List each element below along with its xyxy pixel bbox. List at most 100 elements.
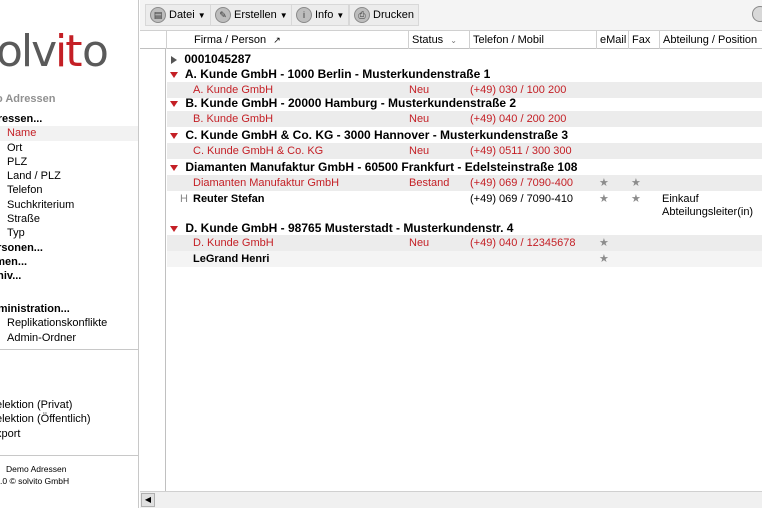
nav-selektion-oeffentlich[interactable]: elektion (Öffentlich) — [0, 412, 138, 426]
cell-telefon: (+49) 040 / 12345678 — [470, 237, 576, 249]
table-row[interactable]: C. Kunde GmbH & Co. KG Neu (+49) 0511 / … — [167, 143, 762, 159]
cell-telefon: (+49) 069 / 7090-410 — [470, 193, 574, 205]
info-icon: i — [296, 7, 312, 23]
nav-admin: dministration... Replikationskonflikte A… — [0, 302, 138, 345]
cell-telefon: (+49) 040 / 200 200 — [470, 113, 567, 125]
sort-icon: ↗ — [273, 35, 281, 45]
cell-abteilung-line1: Einkauf — [662, 193, 699, 205]
cell-person: LeGrand Henri — [193, 253, 270, 265]
group-row-label: A. Kunde GmbH - 1000 Berlin - Musterkund… — [184, 67, 491, 81]
group-row-label: B. Kunde GmbH - 20000 Hamburg - Musterku… — [185, 96, 517, 110]
erstellen-label: Erstellen — [234, 9, 277, 21]
nav-land-plz[interactable]: Land / PLZ — [0, 169, 138, 183]
email-star-icon: ★ — [599, 177, 609, 189]
erstellen-menu-button[interactable]: ✎ Erstellen ▼ — [210, 4, 293, 26]
collapse-arrow-icon[interactable] — [170, 132, 178, 139]
create-icon: ✎ — [215, 7, 231, 23]
nav-administration[interactable]: dministration... — [0, 302, 138, 316]
nav-selektion-privat[interactable]: elektion (Privat) — [0, 398, 138, 412]
info-label: Info — [315, 9, 334, 21]
sidebar-divider-footer — [0, 455, 138, 456]
collapse-arrow-icon[interactable] — [170, 100, 178, 107]
group-row-a-kunde[interactable]: A. Kunde GmbH - 1000 Berlin - Musterkund… — [167, 66, 762, 82]
cell-status: Neu — [409, 237, 430, 249]
column-header-firma-label: Firma / Person — [194, 34, 267, 46]
group-row-label: 0001045287 — [184, 52, 252, 66]
footer-app-name: Demo Adressen — [6, 464, 67, 474]
table-row[interactable]: Diamanten Manufaktur GmbH Bestand (+49) … — [167, 175, 762, 191]
group-row-label: D. Kunde GmbH - 98765 Musterstadt - Must… — [185, 221, 514, 235]
group-row-label: C. Kunde GmbH & Co. KG - 3000 Hannover -… — [185, 128, 569, 142]
logo-text-1: olv — [0, 26, 56, 77]
cell-abteilung: Einkauf Abteilungsleiter(in) — [662, 193, 753, 219]
horizontal-scrollbar[interactable]: ◀ — [140, 491, 762, 508]
cell-firma: C. Kunde GmbH & Co. KG — [193, 145, 324, 157]
collapse-arrow-icon[interactable] — [170, 71, 178, 78]
column-header-telefon[interactable]: Telefon / Mobil — [469, 31, 596, 49]
fax-star-icon: ★ — [631, 177, 641, 189]
column-header-status-label: Status — [412, 34, 444, 46]
nav-adressen[interactable]: dressen... — [0, 112, 138, 126]
group-row-diamanten[interactable]: Diamanten Manufaktur GmbH - 60500 Frankf… — [167, 159, 762, 175]
drucken-label: Drucken — [373, 9, 414, 21]
fax-star-icon: ★ — [631, 193, 641, 205]
column-header-abteilung[interactable]: Abteilung / Position — [659, 31, 762, 49]
nav-replikationskonflikte[interactable]: Replikationskonflikte — [0, 316, 138, 330]
column-header-row: Firma / Person ↗ Status ⌄ Telefon / Mobi… — [140, 31, 762, 49]
group-row-b-kunde[interactable]: B. Kunde GmbH - 20000 Hamburg - Musterku… — [167, 95, 762, 111]
help-icon[interactable] — [752, 6, 762, 22]
printer-icon: ⎙ — [354, 7, 370, 23]
app-window: olv it o o Adressen dressen... Name Ort … — [0, 0, 762, 508]
cell-firma: D. Kunde GmbH — [193, 237, 274, 249]
logo-text-3: o — [82, 26, 107, 77]
cell-abteilung-line2: Abteilungsleiter(in) — [662, 206, 754, 218]
dropdown-arrow-icon: ▼ — [279, 10, 288, 20]
nav-admin-ordner[interactable]: Admin-Ordner — [0, 331, 138, 345]
nav-personen[interactable]: ersonen... — [0, 241, 138, 255]
group-row-number[interactable]: 0001045287 — [167, 51, 762, 67]
nav-plz[interactable]: PLZ — [0, 155, 138, 169]
datei-menu-button[interactable]: ▤ Datei ▼ — [145, 4, 211, 26]
column-header-status[interactable]: Status ⌄ — [408, 31, 469, 49]
sidebar-footer: Demo Adressen .0 © solvito GmbH — [0, 463, 69, 487]
table-row[interactable]: B. Kunde GmbH Neu (+49) 040 / 200 200 — [167, 111, 762, 127]
nav-suchkriterium[interactable]: Suchkriterium — [0, 198, 138, 212]
table-row[interactable]: D. Kunde GmbH Neu (+49) 040 / 12345678 ★ — [167, 235, 762, 251]
column-header-fax[interactable]: Fax — [628, 31, 659, 49]
column-header-firma[interactable]: Firma / Person ↗ — [166, 31, 408, 49]
table-row[interactable]: LeGrand Henri ★ — [167, 251, 762, 267]
expand-arrow-icon[interactable] — [171, 55, 177, 64]
nav-telefon[interactable]: Telefon — [0, 183, 138, 197]
nav-archiv[interactable]: chiv... — [0, 269, 138, 283]
nav-selections: elektion (Privat) elektion (Öffentlich) … — [0, 398, 138, 441]
cell-status: Bestand — [409, 177, 450, 189]
table-row[interactable]: H Reuter Stefan (+49) 069 / 7090-410 ★ ★… — [167, 191, 762, 219]
column-header-email[interactable]: eMail — [596, 31, 628, 49]
dropdown-arrow-icon: ▼ — [336, 10, 345, 20]
nav-export[interactable]: xport — [0, 427, 138, 441]
group-row-d-kunde[interactable]: D. Kunde GmbH - 98765 Musterstadt - Must… — [167, 220, 762, 236]
row-gutter — [140, 49, 166, 491]
dropdown-arrow-icon: ▼ — [197, 10, 206, 20]
drucken-button[interactable]: ⎙ Drucken — [349, 4, 419, 26]
nav-name[interactable]: Name — [0, 126, 138, 141]
cell-telefon: (+49) 0511 / 300 300 — [470, 145, 572, 157]
nav-ort[interactable]: Ort — [0, 141, 138, 155]
toolbar: ▤ Datei ▼ ✎ Erstellen ▼ i Info ▼ ⎙ Druck… — [140, 0, 762, 31]
info-menu-button[interactable]: i Info ▼ — [291, 4, 350, 26]
cell-person: Reuter Stefan — [193, 193, 265, 205]
nav-main: dressen... Name Ort PLZ Land / PLZ Telef… — [0, 112, 138, 284]
group-row-label: Diamanten Manufaktur GmbH - 60500 Frankf… — [185, 160, 578, 174]
collapse-arrow-icon[interactable] — [170, 225, 178, 232]
app-name: o Adressen — [0, 93, 56, 105]
nav-typ[interactable]: Typ — [0, 226, 138, 240]
nav-strasse[interactable]: Straße — [0, 212, 138, 226]
email-star-icon: ★ — [599, 193, 609, 205]
nav-firmen[interactable]: rmen... — [0, 255, 138, 269]
sidebar: olv it o o Adressen dressen... Name Ort … — [0, 0, 139, 508]
collapse-arrow-icon[interactable] — [170, 164, 178, 171]
scroll-left-icon[interactable]: ◀ — [141, 493, 155, 507]
person-marker: H — [180, 193, 188, 205]
cell-status: Neu — [409, 113, 430, 125]
group-row-c-kunde[interactable]: C. Kunde GmbH & Co. KG - 3000 Hannover -… — [167, 127, 762, 143]
